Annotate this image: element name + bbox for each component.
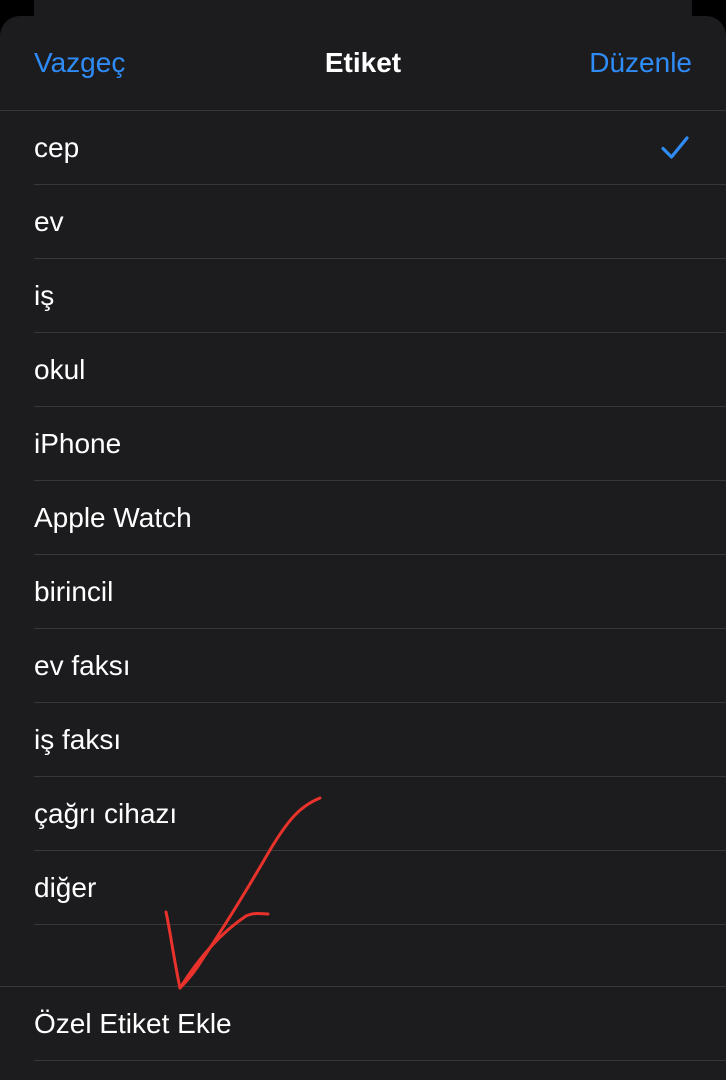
label-option-text: okul	[34, 354, 86, 385]
label-option-is-faksi[interactable]: iş faksı	[0, 703, 726, 777]
label-option-ev-faksi[interactable]: ev faksı	[0, 629, 726, 703]
label-option-iphone[interactable]: iPhone	[0, 407, 726, 481]
label-option-text: diğer	[34, 872, 97, 903]
label-option-text: iş	[34, 280, 55, 311]
label-option-text: Apple Watch	[34, 502, 192, 533]
section-spacer	[0, 926, 726, 987]
label-option-okul[interactable]: okul	[0, 333, 726, 407]
label-option-diger[interactable]: diğer	[0, 851, 726, 925]
label-option-apple-watch[interactable]: Apple Watch	[0, 481, 726, 555]
add-custom-label-text: Özel Etiket Ekle	[34, 1008, 232, 1039]
label-option-birincil[interactable]: birincil	[0, 555, 726, 629]
label-option-is[interactable]: iş	[0, 259, 726, 333]
checkmark-icon	[661, 136, 689, 159]
label-option-text: cep	[34, 132, 80, 163]
label-option-text: çağrı cihazı	[34, 798, 178, 829]
label-option-ev[interactable]: ev	[0, 185, 726, 259]
navigation-bar: Vazgeç Etiket Düzenle	[0, 16, 726, 111]
label-option-cagri-cihazi[interactable]: çağrı cihazı	[0, 777, 726, 851]
label-picker-sheet: Vazgeç Etiket Düzenle cep ev iş okul iPh…	[0, 16, 726, 1080]
add-custom-label-button[interactable]: Özel Etiket Ekle	[0, 987, 726, 1061]
label-option-text: ev faksı	[34, 650, 131, 681]
label-list: cep ev iş okul iPhone Apple Watch birinc…	[0, 111, 726, 925]
screen: Vazgeç Etiket Düzenle cep ev iş okul iPh…	[0, 0, 726, 1080]
label-option-text: birincil	[34, 576, 114, 607]
edit-button[interactable]: Düzenle	[589, 46, 692, 80]
label-option-text: iş faksı	[34, 724, 122, 755]
label-option-text: iPhone	[34, 428, 122, 459]
label-option-text: ev	[34, 206, 64, 237]
label-option-cep[interactable]: cep	[0, 111, 726, 185]
